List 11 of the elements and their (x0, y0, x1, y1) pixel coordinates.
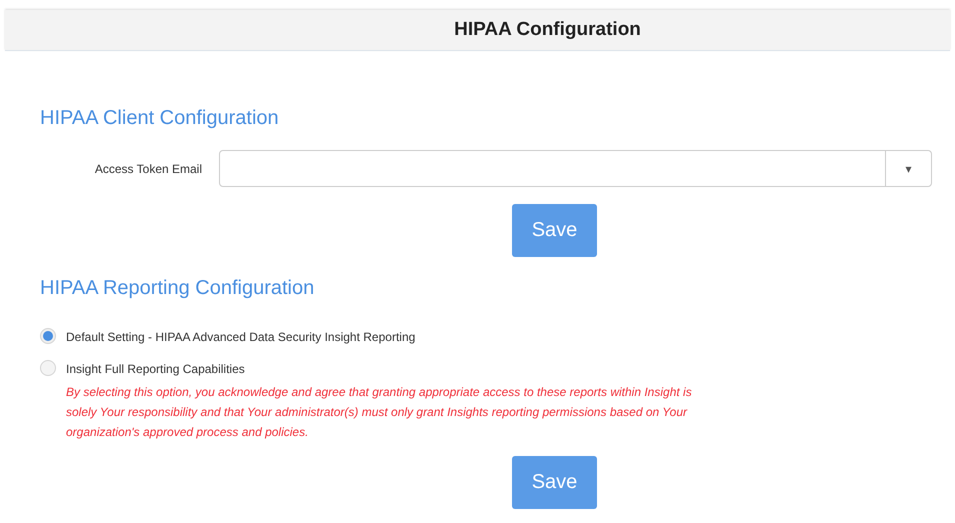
option-label: Insight Full Reporting Capabilities (66, 362, 245, 376)
page-title: HIPAA Configuration (454, 19, 641, 41)
radio-button[interactable] (40, 328, 56, 344)
radio-button[interactable] (40, 360, 56, 376)
option-label: Default Setting - HIPAA Advanced Data Security Insight Reporting (66, 330, 416, 344)
section-title: HIPAA Client Configuration (40, 107, 280, 130)
section-title: HIPAA Reporting Configuration (40, 277, 316, 300)
email-dropdown[interactable]: ▾ (219, 150, 932, 187)
caret-icon[interactable]: ▾ (885, 151, 931, 186)
warning-text: By selecting this option, you acknowledge and agree that granting appropriate access to these reports within Insight is solely Your responsibility and that Your administrator(s) must only grant Insights reporting permissions based on Your organization's approved process and policies. (66, 384, 693, 441)
field-label: Access Token Email (94, 162, 202, 176)
